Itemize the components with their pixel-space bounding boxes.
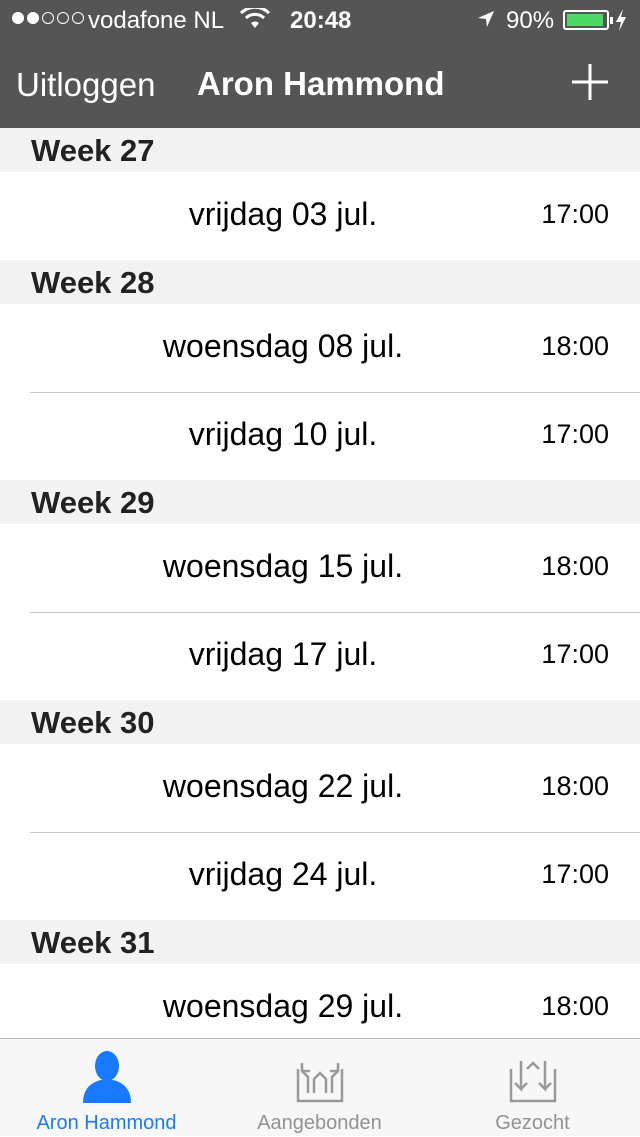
wifi-icon (240, 8, 270, 28)
status-time: 20:48 (290, 7, 352, 34)
person-icon (82, 1051, 131, 1103)
tab-label: Aangebonden (257, 1112, 382, 1134)
item-date: woensdag 15 jul. (162, 548, 404, 584)
week-label: Week 30 (31, 705, 155, 740)
item-time: 17:00 (541, 859, 609, 889)
tab-bar: Aron Hammond Aangebonden Gezocht (0, 1038, 640, 1136)
logout-button[interactable]: Uitloggen (16, 66, 155, 104)
week-label: Week 27 (31, 133, 155, 168)
signal-dot (12, 12, 24, 24)
list-item[interactable]: vrijdag 17 jul. 17:00 (0, 612, 640, 700)
arrows-up-icon (296, 1063, 343, 1103)
tab-aangebonden[interactable]: Aangebonden (213, 1039, 426, 1137)
carrier-name: vodafone NL (88, 7, 225, 34)
signal-dot (72, 12, 84, 24)
item-time: 17:00 (541, 199, 609, 229)
item-time: 18:00 (541, 771, 609, 801)
top-bar: vodafone NL 20:48 90% Uitloggen Aron Ham… (0, 0, 640, 128)
location-arrow-icon (478, 11, 494, 27)
item-time: 18:00 (541, 551, 609, 581)
arrows-down-icon (509, 1061, 556, 1103)
list-item[interactable]: woensdag 22 jul. 18:00 (0, 744, 640, 832)
item-time: 17:00 (541, 639, 609, 669)
page-title: Aron Hammond (197, 65, 445, 102)
item-time: 17:00 (541, 419, 609, 449)
tab-profile[interactable]: Aron Hammond (0, 1039, 213, 1137)
tab-gezocht[interactable]: Gezocht (426, 1039, 639, 1137)
battery-percentage: 90% (506, 7, 555, 34)
battery-nub (610, 17, 613, 24)
list-item[interactable]: vrijdag 10 jul. 17:00 (0, 392, 640, 480)
section-header: Week 28 (0, 260, 640, 304)
week-label: Week 29 (31, 485, 155, 520)
section-header: Week 31 (0, 920, 640, 964)
signal-strength-icon (12, 12, 84, 24)
signal-dot (57, 12, 69, 24)
list-item[interactable]: vrijdag 03 jul. 17:00 (0, 172, 640, 260)
section-header: Week 30 (0, 700, 640, 744)
list-item[interactable]: vrijdag 24 jul. 17:00 (0, 832, 640, 920)
item-date: woensdag 29 jul. (162, 988, 404, 1024)
week-label: Week 31 (31, 925, 155, 960)
charging-bolt-icon (616, 9, 626, 31)
list-item[interactable]: woensdag 15 jul. 18:00 (0, 524, 640, 612)
item-date: woensdag 22 jul. (162, 768, 404, 804)
item-date: vrijdag 03 jul. (188, 196, 378, 232)
tab-label: Gezocht (495, 1112, 570, 1134)
item-date: woensdag 08 jul. (162, 328, 404, 364)
status-bar: vodafone NL 20:48 90% (0, 0, 640, 40)
list-item[interactable]: woensdag 29 jul. 18:00 (0, 964, 640, 1038)
battery-icon (563, 10, 613, 30)
section-header: Week 29 (0, 480, 640, 524)
list-item[interactable]: woensdag 08 jul. 18:00 (0, 304, 640, 392)
item-time: 18:00 (541, 331, 609, 361)
navigation-bar: Uitloggen Aron Hammond (0, 40, 640, 128)
row-separator (30, 832, 640, 833)
battery-level (567, 14, 603, 26)
item-date: vrijdag 17 jul. (188, 636, 378, 672)
item-date: vrijdag 10 jul. (188, 416, 378, 452)
section-header: Week 27 (0, 128, 640, 172)
item-date: vrijdag 24 jul. (188, 856, 378, 892)
tab-label: Aron Hammond (36, 1112, 177, 1134)
row-separator (30, 392, 640, 393)
row-separator (30, 612, 640, 613)
add-icon[interactable] (568, 60, 612, 104)
item-time: 18:00 (541, 991, 609, 1021)
week-label: Week 28 (31, 265, 155, 300)
signal-dot (42, 12, 54, 24)
schedule-list[interactable]: Week 27 vrijdag 03 jul. 17:00 Week 28 wo… (0, 128, 640, 1038)
signal-dot (27, 12, 39, 24)
